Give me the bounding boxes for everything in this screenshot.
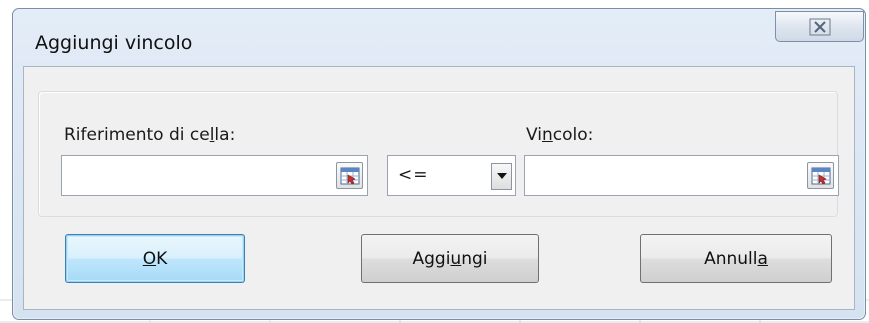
add-button[interactable]: Aggi u ngi	[361, 234, 539, 283]
operator-selected-value: <=	[398, 165, 429, 185]
constraint-collapse-button[interactable]	[807, 162, 834, 189]
dialog-title: Aggiungi vincolo	[35, 32, 193, 54]
cancel-button[interactable]: Annull a	[640, 234, 832, 283]
constraint-group-box	[38, 91, 838, 217]
constraint-input[interactable]	[529, 164, 789, 188]
cell-reference-collapse-button[interactable]	[336, 162, 363, 189]
close-button[interactable]	[775, 11, 864, 42]
cell-reference-label: Riferimento di cella:	[64, 125, 236, 145]
cell-reference-field[interactable]	[61, 155, 368, 196]
operator-dropdown-button[interactable]	[491, 163, 512, 190]
operator-dropdown[interactable]: <=	[387, 155, 516, 196]
collapse-dialog-icon	[340, 167, 359, 184]
close-icon	[809, 18, 830, 35]
ok-button[interactable]: OK	[65, 234, 245, 283]
add-constraint-dialog: Aggiungi vincolo Riferimento di cella: V…	[12, 8, 866, 320]
collapse-dialog-icon	[811, 167, 830, 184]
constraint-label: Vincolo:	[526, 125, 594, 145]
cell-reference-input[interactable]	[66, 164, 326, 188]
dropdown-arrow-icon	[496, 173, 507, 179]
constraint-field[interactable]	[524, 155, 839, 196]
